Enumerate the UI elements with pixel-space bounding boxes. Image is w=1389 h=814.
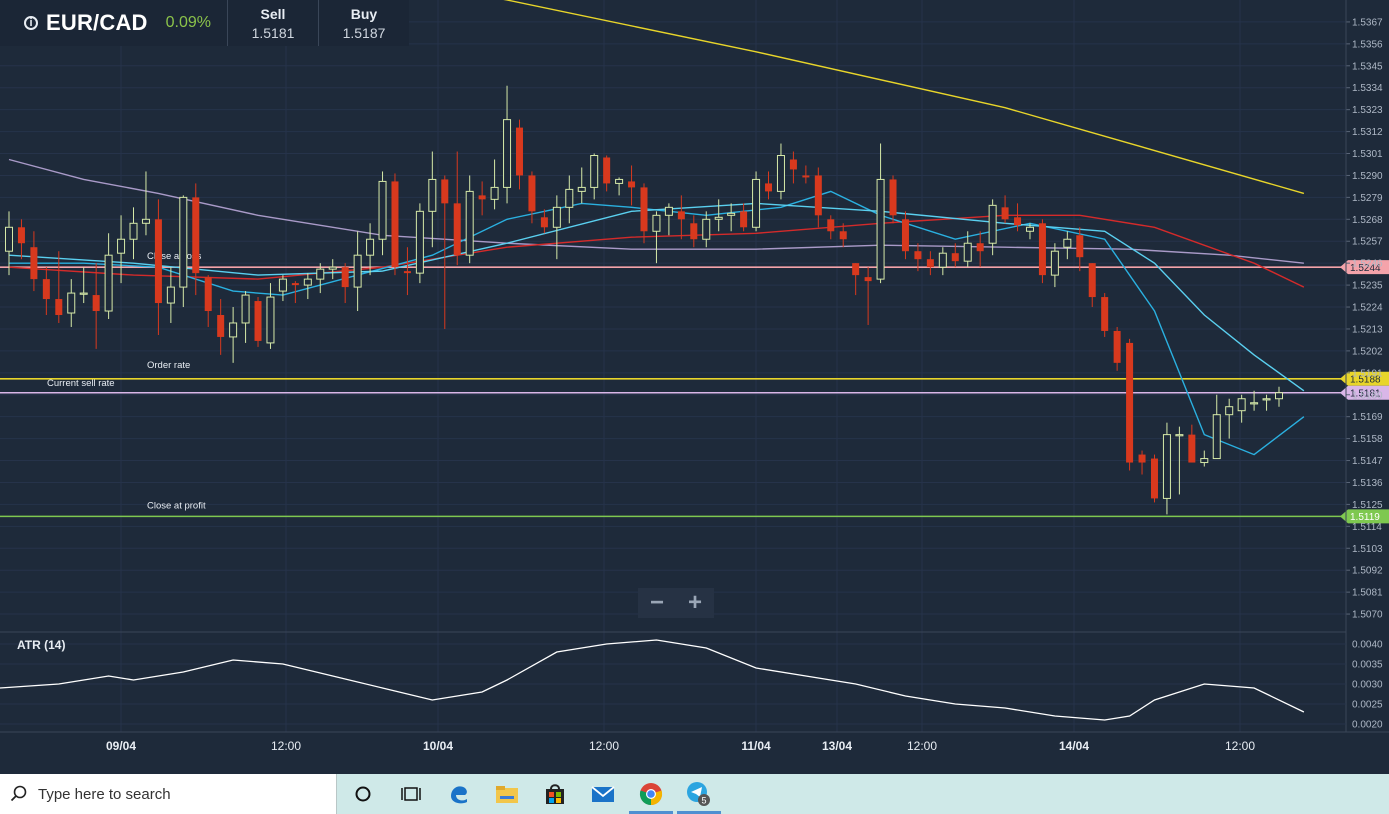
price-tick-label: 1.5345 xyxy=(1352,61,1383,72)
zoom-controls: − + xyxy=(638,588,714,618)
change-percent: 0.09% xyxy=(165,14,211,31)
price-tick-label: 1.5081 xyxy=(1352,588,1383,599)
atr-tick-label: 0.0035 xyxy=(1352,660,1383,671)
time-tick-label: 13/04 xyxy=(822,739,852,753)
price-tick-label: 1.5224 xyxy=(1352,303,1383,314)
level-label: Order rate xyxy=(147,360,190,371)
candle[interactable] xyxy=(752,171,761,232)
store-icon[interactable] xyxy=(531,774,579,814)
mail-icon[interactable] xyxy=(579,774,627,814)
info-icon[interactable]: i xyxy=(24,16,38,30)
price-tick-label: 1.5246 xyxy=(1352,259,1383,270)
taskbar-search[interactable]: Type here to search xyxy=(0,774,337,814)
level-label: Current sell rate xyxy=(47,378,115,389)
price-tick-label: 1.5334 xyxy=(1352,83,1383,94)
search-placeholder: Type here to search xyxy=(38,785,171,803)
candle[interactable] xyxy=(1038,219,1046,284)
time-tick-label: 12:00 xyxy=(907,739,937,753)
price-tick-label: 1.5290 xyxy=(1352,171,1383,182)
buy-price: 1.5187 xyxy=(342,24,386,41)
time-tick-label: 10/04 xyxy=(423,739,453,753)
price-tick-label: 1.5235 xyxy=(1352,281,1383,292)
time-tick-label: 12:00 xyxy=(589,739,619,753)
price-tick-label: 1.5312 xyxy=(1352,127,1383,138)
price-tick-label: 1.5268 xyxy=(1352,215,1383,226)
symbol-name: EUR/CAD xyxy=(46,10,148,35)
level-label: Close at profit xyxy=(147,500,206,511)
price-tick-label: 1.5367 xyxy=(1352,17,1383,28)
time-tick-label: 12:00 xyxy=(271,739,301,753)
atr-tick-label: 0.0025 xyxy=(1352,700,1383,711)
price-tick-label: 1.5169 xyxy=(1352,412,1383,423)
price-tick-label: 1.5323 xyxy=(1352,105,1383,116)
atr-tick-label: 0.0040 xyxy=(1352,640,1383,651)
task-view-icon[interactable] xyxy=(387,774,435,814)
price-chart[interactable]: Close at loss1.5244Order rate1.5188Curre… xyxy=(0,0,1389,774)
candle[interactable] xyxy=(254,297,262,347)
price-tick-label: 1.5103 xyxy=(1352,544,1383,555)
candle[interactable] xyxy=(1126,338,1134,471)
telegram-badge: 5 xyxy=(701,796,706,806)
price-tick-label: 1.5191 xyxy=(1352,368,1383,379)
sell-label: Sell xyxy=(260,5,286,22)
sell-button[interactable]: Sell 1.5181 xyxy=(227,0,318,46)
price-tick-label: 1.5356 xyxy=(1352,39,1383,50)
atr-tick-label: 0.0020 xyxy=(1352,720,1383,731)
candle[interactable] xyxy=(391,173,399,276)
price-tick-label: 1.5125 xyxy=(1352,500,1383,511)
zoom-in-button[interactable]: + xyxy=(676,588,714,618)
price-tick-label: 1.5279 xyxy=(1352,193,1383,204)
candle[interactable] xyxy=(1150,454,1158,503)
price-tick-label: 1.5202 xyxy=(1352,346,1383,357)
instrument-info[interactable]: i EUR/CAD 0.09% xyxy=(0,0,227,46)
sell-price: 1.5181 xyxy=(251,24,295,41)
price-tick-label: 1.5114 xyxy=(1352,522,1382,533)
price-tick-label: 1.5301 xyxy=(1352,149,1383,160)
telegram-icon[interactable]: 5 xyxy=(675,774,723,814)
instrument-header: i EUR/CAD 0.09% Sell 1.5181 Buy 1.5187 xyxy=(0,0,409,46)
price-tick-label: 1.5136 xyxy=(1352,478,1383,489)
edge-icon[interactable] xyxy=(435,774,483,814)
price-tick-label: 1.5070 xyxy=(1352,610,1383,621)
taskbar: Type here to search 5 xyxy=(0,774,1389,814)
zoom-out-button[interactable]: − xyxy=(638,588,676,618)
price-tick-label: 1.5180 xyxy=(1352,390,1383,401)
time-tick-label: 14/04 xyxy=(1059,739,1089,753)
time-tick-label: 11/04 xyxy=(741,739,771,753)
time-tick-label: 12:00 xyxy=(1225,739,1255,753)
candle[interactable] xyxy=(1101,293,1109,337)
price-tick-label: 1.5147 xyxy=(1352,456,1383,467)
buy-label: Buy xyxy=(350,5,378,22)
price-tick-label: 1.5213 xyxy=(1352,324,1383,335)
atr-title: ATR (14) xyxy=(17,638,65,652)
cortana-icon[interactable] xyxy=(339,774,387,814)
price-tick-label: 1.5257 xyxy=(1352,237,1383,248)
search-icon xyxy=(10,785,27,802)
candle[interactable] xyxy=(415,203,424,284)
atr-tick-label: 0.0030 xyxy=(1352,680,1383,691)
price-tick-label: 1.5158 xyxy=(1352,434,1383,445)
price-tick-label: 1.5092 xyxy=(1352,566,1383,577)
chrome-icon[interactable] xyxy=(627,774,675,814)
file-explorer-icon[interactable] xyxy=(483,774,531,814)
time-tick-label: 09/04 xyxy=(106,739,136,753)
buy-button[interactable]: Buy 1.5187 xyxy=(318,0,409,46)
